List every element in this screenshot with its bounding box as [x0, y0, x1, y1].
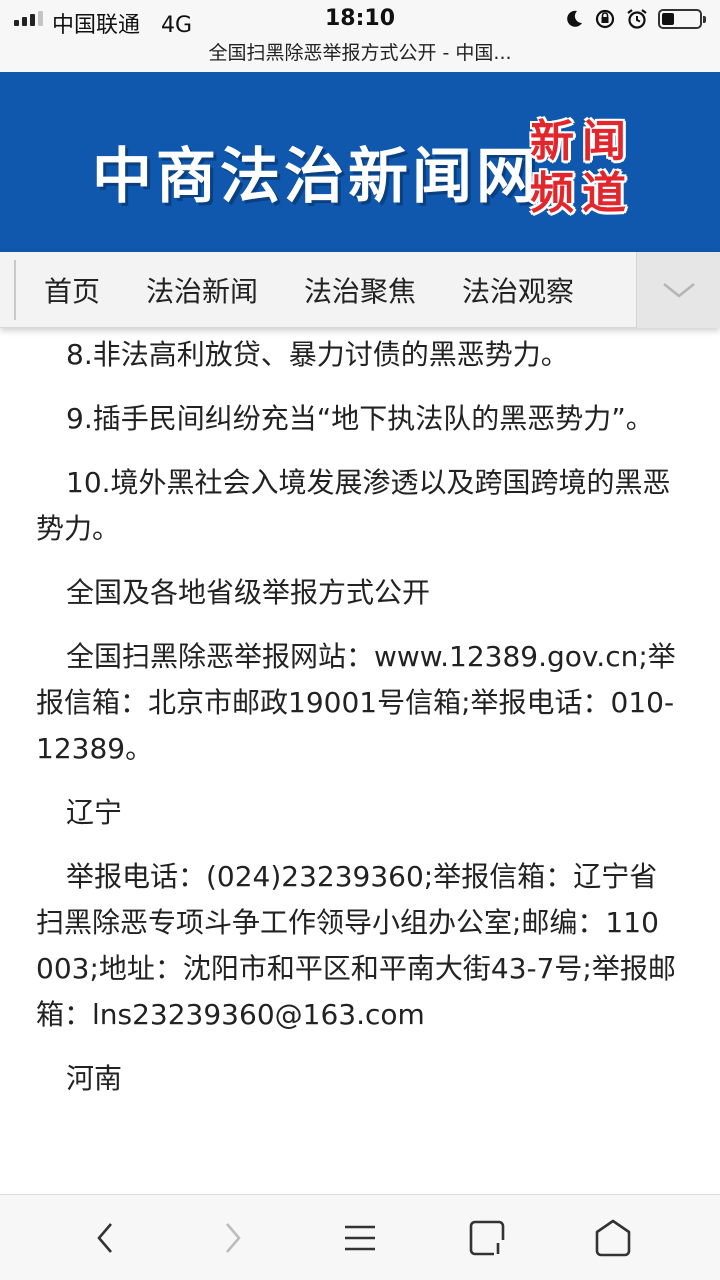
article-paragraph: 举报电话：(024)23239360;举报信箱：辽宁省扫黑除恶专项斗争工作领导小…	[36, 860, 676, 1031]
home-icon	[595, 1219, 631, 1257]
article-paragraph: 8.非法高利放贷、暴力讨债的黑恶势力。	[66, 338, 569, 371]
forward-button[interactable]	[208, 1213, 258, 1263]
rotation-lock-icon	[595, 9, 615, 29]
menu-icon	[345, 1225, 375, 1251]
nav-item-home[interactable]: 首页	[44, 270, 100, 310]
tabs-icon	[469, 1220, 506, 1257]
article-body: 8.非法高利放贷、暴力讨债的黑恶势力。 9.插手民间纠纷充当“地下执法队的黑恶势…	[36, 328, 676, 1194]
category-nav: 首页 法治新闻 法治聚焦 法治观察	[0, 252, 720, 328]
nav-expand-button[interactable]	[636, 252, 720, 328]
menu-button[interactable]	[335, 1213, 385, 1263]
news-channel-seal: 新 闻 频 道	[526, 116, 630, 220]
seal-char: 道	[582, 168, 626, 219]
back-icon	[97, 1223, 112, 1253]
home-button[interactable]	[588, 1213, 638, 1263]
alarm-icon	[627, 9, 647, 29]
article-paragraph: 河南	[66, 1062, 123, 1095]
tabs-button[interactable]	[462, 1213, 512, 1263]
nav-item-legal-observation[interactable]: 法治观察	[462, 270, 574, 310]
article-paragraph: 全国及各地省级举报方式公开	[66, 576, 431, 609]
page-title-bar[interactable]: 全国扫黑除恶举报方式公开 - 中国...	[0, 38, 720, 65]
browser-toolbar	[0, 1194, 720, 1280]
browser-page: 中国联通 4G 18:10 全国扫黑除恶举报方式公开 - 中国... 中商法治新…	[0, 0, 720, 1280]
article-paragraph: 全国扫黑除恶举报网站：www.12389.gov.cn;举报信箱：北京市邮政19…	[36, 640, 676, 765]
seal-char: 闻	[582, 116, 626, 167]
nav-divider	[14, 260, 16, 320]
article-paragraph: 辽宁	[66, 796, 123, 829]
article-paragraph: 9.插手民间纠纷充当“地下执法队的黑恶势力”。	[66, 402, 654, 435]
nav-item-legal-news[interactable]: 法治新闻	[146, 270, 258, 310]
forward-icon	[226, 1223, 241, 1253]
back-button[interactable]	[80, 1213, 130, 1263]
battery-icon	[658, 9, 706, 29]
chevron-down-icon	[662, 283, 695, 298]
article-paragraph: 10.境外黑社会入境发展渗透以及跨国跨境的黑恶势力。	[36, 466, 671, 545]
site-banner[interactable]: 中商法治新闻网 新 闻 频 道	[0, 72, 720, 252]
site-logo-text: 中商法治新闻网	[92, 142, 540, 212]
nav-item-legal-focus[interactable]: 法治聚焦	[304, 270, 416, 310]
seal-char: 频	[530, 168, 574, 219]
seal-char: 新	[530, 116, 574, 167]
status-bar: 中国联通 4G 18:10 全国扫黑除恶举报方式公开 - 中国...	[0, 0, 720, 72]
moon-icon	[567, 10, 582, 27]
